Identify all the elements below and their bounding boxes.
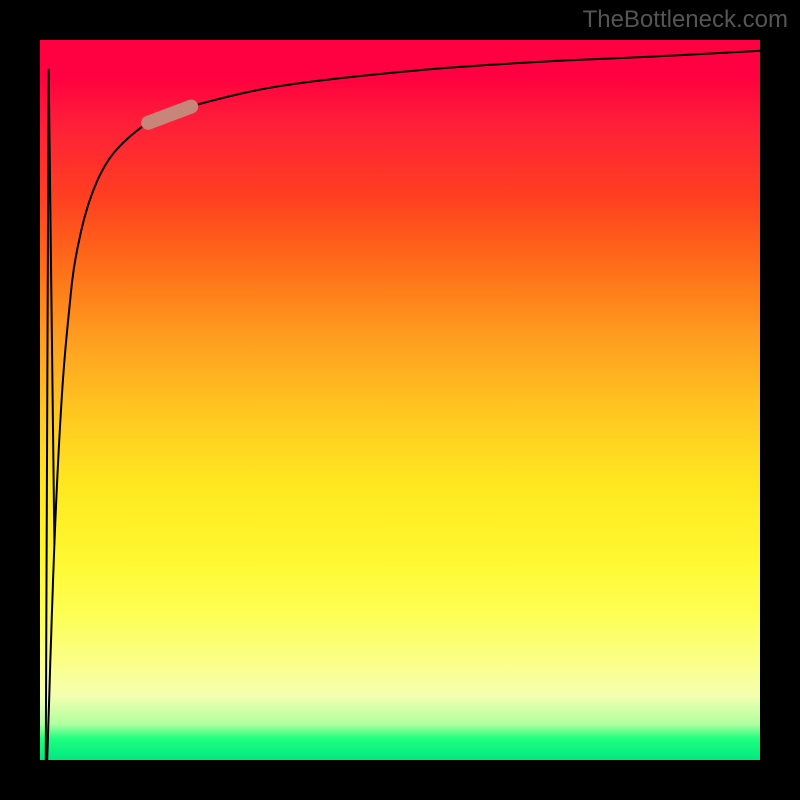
marker-segment bbox=[148, 107, 191, 123]
watermark-text: TheBottleneck.com bbox=[583, 6, 788, 34]
chart-container: TheBottleneck.com bbox=[0, 0, 800, 800]
plot-area bbox=[40, 40, 760, 760]
curve-svg bbox=[40, 40, 760, 760]
curve-line bbox=[47, 51, 760, 760]
